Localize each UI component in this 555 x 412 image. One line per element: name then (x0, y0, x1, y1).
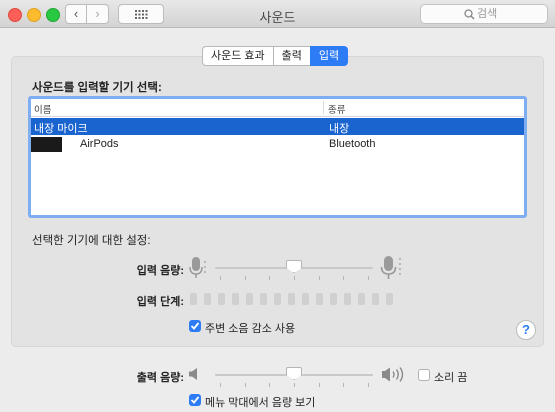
input-level-segment (344, 293, 351, 305)
input-level-segment (246, 293, 253, 305)
tab-sound-effects[interactable]: 사운드 효과 (202, 46, 273, 66)
slider-tick (318, 276, 320, 280)
slider-tick (368, 383, 369, 387)
slider-tick (294, 276, 295, 280)
input-level-segment (218, 293, 225, 305)
microphone-low-icon (189, 257, 206, 278)
slider-tick (244, 383, 246, 387)
device-settings-heading: 선택한 기기에 대한 설정: (32, 235, 151, 247)
input-level-segment (288, 293, 295, 305)
device-name: AirPods (80, 138, 119, 150)
input-device-table[interactable]: 이름 종류 내장 마이크 내장 AirPods Bluetooth (28, 96, 527, 218)
microphone-high-icon (380, 256, 401, 279)
output-volume-slider-knob[interactable] (286, 367, 302, 380)
slider-tick (220, 276, 221, 280)
table-row[interactable]: AirPods Bluetooth (31, 136, 524, 153)
input-level-label: 입력 단계: (136, 296, 184, 308)
input-level-segment (190, 293, 197, 305)
input-level-segment (372, 293, 379, 305)
slider-tick (318, 383, 320, 387)
speaker-high-icon (382, 367, 404, 382)
mute-label[interactable]: 소리 끔 (434, 369, 467, 385)
slider-tick (269, 383, 271, 387)
input-volume-label: 입력 음량: (136, 265, 184, 277)
output-volume-label: 출력 음량: (136, 372, 184, 384)
slider-tick (220, 383, 221, 387)
input-level-segment (316, 293, 323, 305)
device-type: Bluetooth (329, 138, 376, 150)
input-level-segment (274, 293, 281, 305)
input-level-segment (232, 293, 239, 305)
slider-tick (269, 276, 271, 280)
noise-reduction-checkbox[interactable] (189, 320, 201, 332)
slider-tick (343, 383, 345, 387)
checkmark-icon (190, 322, 200, 330)
device-type: 내장 (329, 123, 350, 135)
search-field[interactable]: 검색 (420, 4, 548, 24)
checkmark-icon (190, 396, 200, 404)
column-header-type[interactable]: 종류 (328, 102, 345, 116)
input-level-segment (260, 293, 267, 305)
column-header-name[interactable]: 이름 (34, 102, 51, 116)
show-volume-in-menubar-checkbox[interactable] (189, 394, 201, 406)
tab-output[interactable]: 출력 (272, 46, 310, 66)
title-bar: ‹ › 사운드 검색 (0, 0, 555, 28)
table-row[interactable]: 내장 마이크 내장 (31, 118, 524, 135)
slider-tick (368, 276, 369, 280)
noise-reduction-label[interactable]: 주변 소음 감소 사용 (205, 320, 295, 336)
slider-tick (343, 276, 345, 280)
input-level-segment (358, 293, 365, 305)
slider-tick (244, 276, 246, 280)
slider-tick (294, 383, 295, 387)
input-level-segment (302, 293, 309, 305)
speaker-low-icon (189, 368, 197, 380)
magnifier-icon (464, 9, 475, 20)
input-level-segment (386, 293, 393, 305)
help-button[interactable]: ? (516, 320, 536, 340)
mute-checkbox[interactable] (418, 369, 430, 381)
input-level-segment (204, 293, 211, 305)
search-placeholder: 검색 (477, 8, 498, 20)
table-header: 이름 종류 (31, 99, 524, 117)
column-divider (323, 101, 324, 114)
device-name: 내장 마이크 (34, 123, 88, 135)
device-select-heading: 사운드를 입력할 기기 선택: (32, 82, 162, 94)
tab-input[interactable]: 입력 (309, 46, 349, 66)
tab-bar: 사운드 효과 출력 입력 (202, 46, 349, 66)
show-volume-in-menubar-label[interactable]: 메뉴 막대에서 음량 보기 (205, 394, 315, 410)
redacted-block (31, 137, 62, 152)
input-level-segment (330, 293, 337, 305)
